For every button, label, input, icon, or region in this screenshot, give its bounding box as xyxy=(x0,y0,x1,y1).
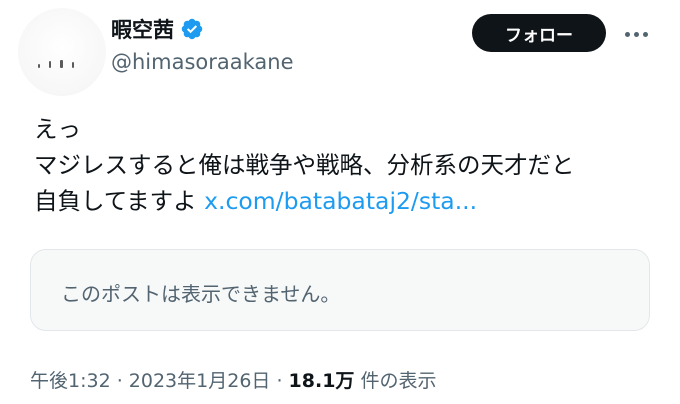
tweet-link[interactable]: x.com/batabataj2/sta... xyxy=(204,187,477,215)
tweet-text-line-3-text: 自負してますよ xyxy=(34,187,205,215)
author-display-name[interactable]: 暇空茜 xyxy=(111,14,174,44)
avatar-image-marks xyxy=(38,60,74,68)
tweet-text-line-2: マジレスすると俺は戦争や戦略、分析系の天才だと xyxy=(34,151,575,179)
author-handle[interactable]: @himasoraakane xyxy=(111,50,294,74)
tweet-text-line-1: えっ xyxy=(34,115,81,143)
avatar[interactable] xyxy=(18,8,106,96)
more-options-button[interactable] xyxy=(620,22,652,46)
tweet-text: えっ マジレスすると俺は戦争や戦略、分析系の天才だと 自負してますよ x.com… xyxy=(34,111,674,219)
author-name-row: 暇空茜 xyxy=(111,14,204,44)
follow-button[interactable]: フォロー xyxy=(472,14,606,52)
quoted-post-unavailable-text: このポストは表示できません。 xyxy=(61,282,341,306)
tweet-meta: 午後1:32 · 2023年1月26日 · 18.1万 件の表示 xyxy=(30,366,436,393)
views-count: 18.1万 xyxy=(288,370,355,392)
tweet-text-line-3: 自負してますよ x.com/batabataj2/sta... xyxy=(34,183,674,219)
tweet-timestamp[interactable]: 午後1:32 · 2023年1月26日 · xyxy=(30,370,289,392)
more-horizontal-icon xyxy=(624,31,630,37)
views-label: 件の表示 xyxy=(354,370,437,392)
verified-badge-icon xyxy=(181,18,203,40)
quoted-post-card[interactable]: このポストは表示できません。 xyxy=(30,249,650,331)
